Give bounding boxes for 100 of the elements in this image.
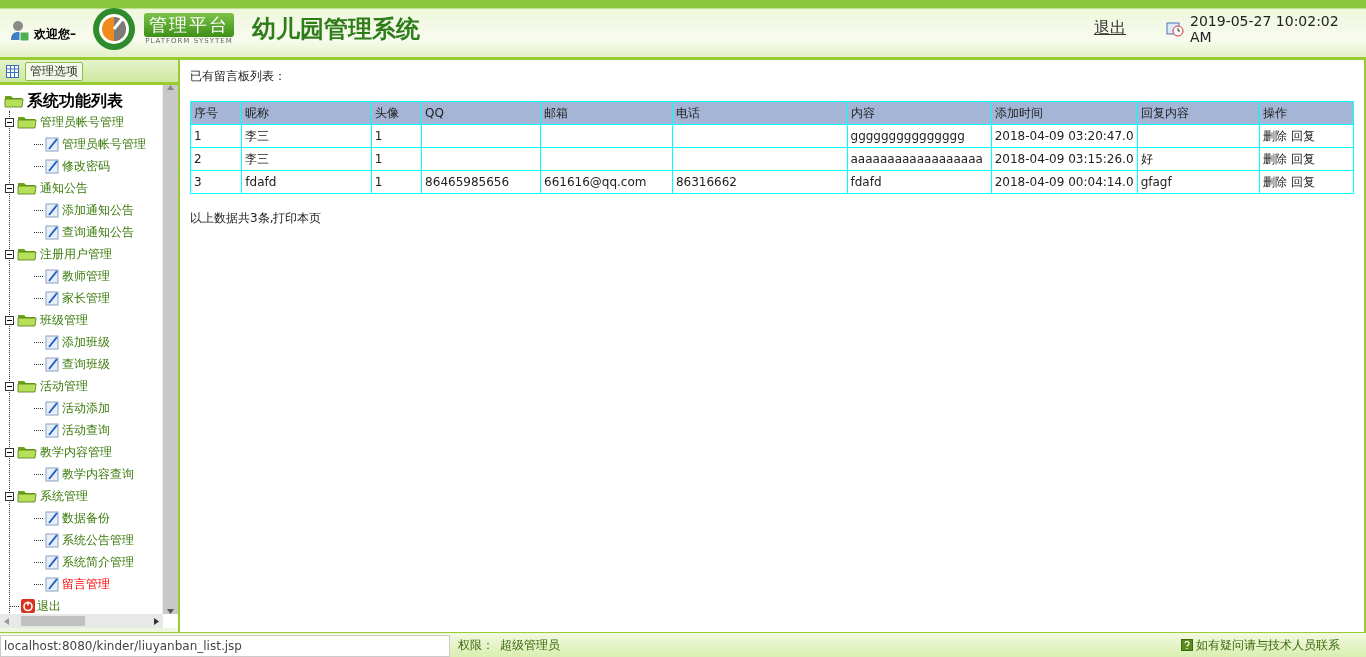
note-icon — [45, 422, 60, 438]
note-icon — [45, 334, 60, 350]
table-cell: fdafd — [847, 170, 992, 194]
table-cell: 2018-04-09 00:04:14.0 — [991, 170, 1138, 194]
datetime-text: 2019-05-27 10:02:02 AM — [1190, 12, 1340, 45]
tree-item[interactable]: 修改密码 — [62, 157, 110, 175]
note-icon — [45, 268, 60, 284]
folder-icon — [17, 247, 37, 261]
tree-item[interactable]: 活动查询 — [62, 421, 110, 439]
column-header: 内容 — [847, 101, 992, 125]
folder-icon — [17, 379, 37, 393]
collapse-icon[interactable] — [5, 249, 14, 259]
logo-badge: 管理平台 — [144, 12, 234, 37]
table-cell: 86316662 — [672, 170, 847, 194]
tree-folder[interactable]: 通知公告 — [40, 179, 88, 197]
table-cell: ggggggggggggggg — [847, 124, 992, 148]
tree-item[interactable]: 教师管理 — [62, 267, 110, 285]
options-tab[interactable]: 管理选项 — [25, 61, 83, 81]
table-cell: 好 — [1137, 147, 1260, 171]
tree-folder[interactable]: 注册用户管理 — [40, 245, 112, 263]
folder-icon — [17, 115, 37, 129]
note-icon — [45, 224, 60, 240]
table-cell: 李三 — [241, 124, 372, 148]
tree-item[interactable]: 添加通知公告 — [62, 201, 134, 219]
action-link[interactable]: 回复 — [1291, 174, 1316, 189]
tree-item[interactable]: 留言管理 — [62, 575, 110, 593]
table-cell: 李三 — [241, 147, 372, 171]
column-header: 回复内容 — [1137, 101, 1260, 125]
tree-item[interactable]: 管理员帐号管理 — [62, 135, 146, 153]
folder-icon — [17, 313, 37, 327]
role-value: 超级管理员 — [500, 636, 560, 654]
table-cell: fdafd — [241, 170, 372, 194]
table-cell: gfagf — [1137, 170, 1260, 194]
vertical-scrollbar[interactable] — [162, 85, 178, 614]
folder-icon — [4, 94, 24, 108]
user-icon — [10, 20, 30, 42]
grid-icon — [6, 64, 19, 78]
tree-item[interactable]: 家长管理 — [62, 289, 110, 307]
tree-item[interactable]: 系统简介管理 — [62, 553, 134, 571]
note-icon — [45, 466, 60, 482]
clock-icon — [1166, 20, 1184, 37]
print-link[interactable]: 打印本页 — [273, 211, 322, 225]
list-heading: 已有留言板列表： — [190, 68, 287, 85]
table-cell: 86465985656 — [421, 170, 541, 194]
column-header: 邮箱 — [540, 101, 673, 125]
column-header: QQ — [421, 101, 541, 125]
note-icon — [45, 290, 60, 306]
collapse-icon[interactable] — [5, 381, 14, 391]
column-header: 操作 — [1259, 101, 1354, 125]
tree-root-label: 系统功能列表 — [27, 90, 123, 112]
note-icon — [45, 554, 60, 570]
column-header: 昵称 — [241, 101, 372, 125]
column-header: 添加时间 — [991, 101, 1138, 125]
tree-folder[interactable]: 系统管理 — [40, 487, 88, 505]
action-link[interactable]: 回复 — [1291, 151, 1316, 166]
tree-folder[interactable]: 管理员帐号管理 — [40, 113, 124, 131]
tree-item[interactable]: 系统公告管理 — [62, 531, 134, 549]
table-cell: 1 — [371, 124, 422, 148]
note-icon — [45, 400, 60, 416]
app-title: 幼儿园管理系统 — [252, 12, 420, 45]
table-cell: 1 — [371, 170, 422, 194]
record-summary: 以上数据共3条,打印本页 — [190, 210, 323, 227]
action-link[interactable]: 删除 — [1263, 151, 1288, 166]
tree-item[interactable]: 添加班级 — [62, 333, 110, 351]
column-header: 序号 — [190, 101, 242, 125]
link-url-tooltip: localhost:8080/kinder/liuyanban_list.jsp — [0, 635, 450, 657]
folder-icon — [17, 445, 37, 459]
note-icon — [45, 356, 60, 372]
column-header: 头像 — [371, 101, 422, 125]
tree-item[interactable]: 活动添加 — [62, 399, 110, 417]
action-link[interactable]: 删除 — [1263, 174, 1288, 189]
collapse-icon[interactable] — [5, 447, 14, 457]
tree-item[interactable]: 教学内容查询 — [62, 465, 134, 483]
tree-item[interactable]: 数据备份 — [62, 509, 110, 527]
tree-folder[interactable]: 活动管理 — [40, 377, 88, 395]
table-cell: aaaaaaaaaaaaaaaaaa — [847, 147, 992, 171]
note-icon — [45, 136, 60, 152]
collapse-icon[interactable] — [5, 183, 14, 193]
action-link[interactable]: 回复 — [1291, 128, 1316, 143]
scroll-down-icon[interactable] — [167, 609, 174, 614]
tree-item[interactable]: 查询通知公告 — [62, 223, 134, 241]
help-icon — [1181, 639, 1193, 651]
help-text: 如有疑问请与技术人员联系 — [1196, 636, 1340, 654]
note-icon — [45, 158, 60, 174]
tree-item[interactable]: 查询班级 — [62, 355, 110, 373]
action-link[interactable]: 删除 — [1263, 128, 1288, 143]
tree-folder[interactable]: 班级管理 — [40, 311, 88, 329]
table-cell: 1 — [371, 147, 422, 171]
collapse-icon[interactable] — [5, 315, 14, 325]
logout-link[interactable]: 退出 — [1094, 18, 1126, 39]
note-icon — [45, 202, 60, 218]
exit-link[interactable]: 退出 — [37, 597, 61, 614]
collapse-icon[interactable] — [5, 117, 14, 127]
scroll-right-icon[interactable] — [154, 617, 159, 625]
collapse-icon[interactable] — [5, 491, 14, 501]
horizontal-scrollbar[interactable] — [0, 614, 163, 628]
logo-icon — [92, 6, 136, 51]
tree-folder[interactable]: 教学内容管理 — [40, 443, 112, 461]
power-icon — [21, 599, 35, 613]
folder-icon — [17, 489, 37, 503]
